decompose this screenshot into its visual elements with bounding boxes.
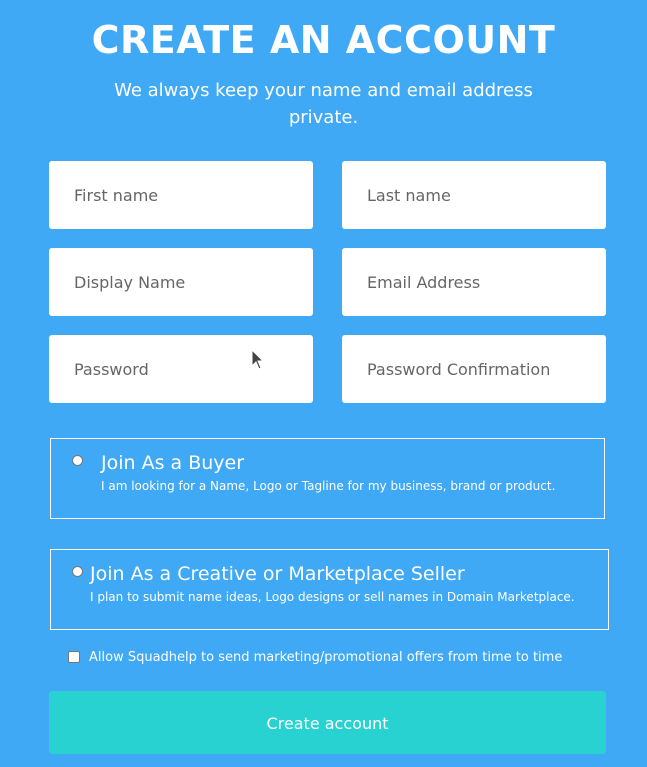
password-confirmation-field[interactable]	[342, 335, 606, 403]
page-subtitle: We always keep your name and email addre…	[114, 80, 533, 128]
page-title: CREATE AN ACCOUNT	[91, 18, 556, 62]
password-confirmation-input[interactable]	[342, 335, 606, 403]
first-name-input[interactable]	[49, 161, 313, 229]
marketing-opt-in-label: Allow Squadhelp to send marketing/promot…	[89, 649, 563, 665]
seller-role-title: Join As a Creative or Marketplace Seller	[90, 563, 465, 585]
seller-radio[interactable]	[72, 566, 83, 577]
password-field[interactable]	[49, 335, 313, 403]
email-input[interactable]	[342, 248, 606, 316]
display-name-field[interactable]	[49, 248, 313, 316]
first-name-field[interactable]	[49, 161, 313, 229]
buyer-role-title: Join As a Buyer	[101, 452, 245, 474]
buyer-role-description: I am looking for a Name, Logo or Tagline…	[101, 479, 556, 493]
buyer-role-option[interactable]: Join As a Buyer I am looking for a Name,…	[50, 438, 605, 519]
create-account-button[interactable]: Create account	[49, 691, 606, 754]
marketing-opt-in[interactable]: Allow Squadhelp to send marketing/promot…	[68, 649, 562, 665]
password-input[interactable]	[49, 335, 313, 403]
mouse-cursor-icon	[251, 349, 265, 370]
email-field[interactable]	[342, 248, 606, 316]
marketing-opt-in-checkbox[interactable]	[68, 651, 80, 663]
last-name-input[interactable]	[342, 161, 606, 229]
display-name-input[interactable]	[49, 248, 313, 316]
seller-role-option[interactable]: Join As a Creative or Marketplace Seller…	[50, 549, 609, 630]
seller-role-description: I plan to submit name ideas, Logo design…	[90, 590, 575, 604]
buyer-radio[interactable]	[72, 455, 83, 466]
last-name-field[interactable]	[342, 161, 606, 229]
